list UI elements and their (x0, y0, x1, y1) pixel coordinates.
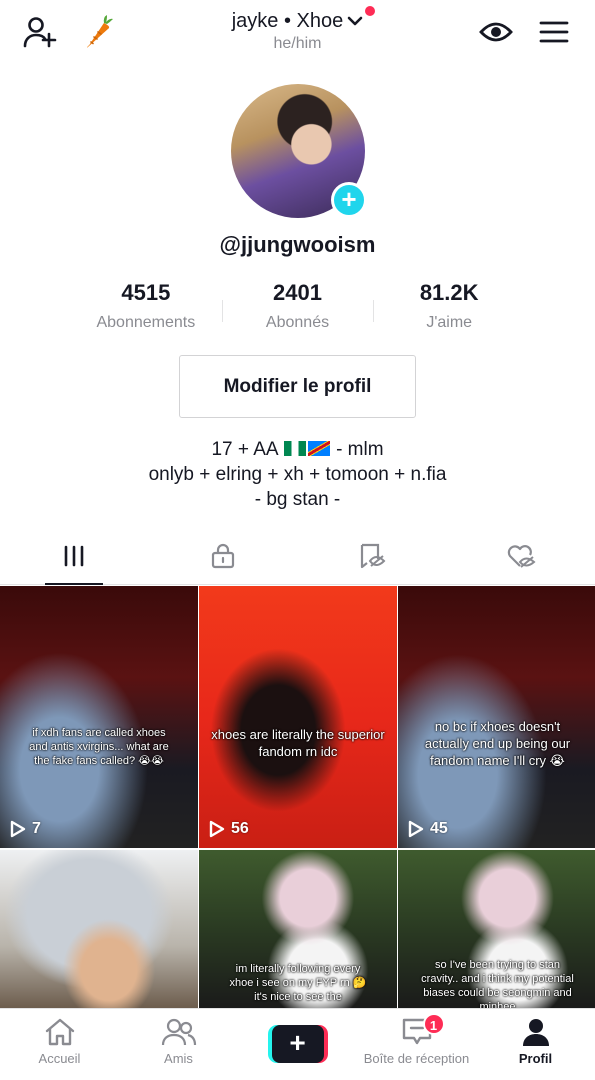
add-avatar-icon[interactable]: + (331, 182, 367, 218)
nigeria-flag-icon (283, 441, 306, 456)
plus-icon: + (271, 1025, 324, 1063)
video-caption: xhoes are literally the superior fandom … (211, 727, 385, 759)
profile-stats: 4515 Abonnements 2401 Abonnés 81.2K J'ai… (70, 280, 525, 332)
tab-private[interactable] (149, 533, 298, 584)
tab-reposts[interactable] (298, 533, 447, 584)
stat-followers[interactable]: 2401 Abonnés (221, 280, 374, 332)
lock-icon (211, 543, 235, 574)
profile-tabs (0, 533, 595, 585)
play-icon (10, 820, 26, 838)
stat-label: Abonnements (96, 314, 196, 331)
bio-line-1: 17 + AA - mlm (0, 437, 595, 462)
create-button[interactable]: + (267, 1025, 328, 1063)
bio-text: - mlm (336, 439, 384, 460)
view-count: 45 (430, 820, 448, 837)
bio-text: 17 + AA (211, 439, 278, 460)
liked-hidden-icon (506, 543, 536, 574)
video-tile[interactable]: if xdh fans are called xhoes and antis x… (0, 586, 198, 848)
nav-label: Amis (164, 1051, 193, 1066)
nav-home[interactable]: Accueil (0, 1009, 119, 1080)
nav-label: Boîte de réception (363, 1051, 470, 1066)
nav-create[interactable]: + (238, 1009, 357, 1080)
view-count: 7 (32, 820, 41, 837)
nav-profile[interactable]: Profil (476, 1009, 595, 1080)
video-tile[interactable]: no bc if xhoes doesn't actually end up b… (398, 586, 595, 848)
stat-value: 4515 (121, 280, 171, 305)
stat-label: Abonnés (265, 314, 330, 331)
bio-line-2: onlyb + elring + xh + tomoon + n.fia (148, 464, 447, 485)
video-tile[interactable]: so I've been trying to stan cravity.. an… (398, 850, 595, 1010)
play-icon (408, 820, 424, 838)
eye-icon[interactable] (478, 14, 514, 50)
videos-grid-icon (62, 545, 86, 572)
username: @jjungwooism (219, 232, 376, 257)
profile-icon (522, 1019, 549, 1046)
videos-grid: if xdh fans are called xhoes and antis x… (0, 586, 595, 1010)
video-views: 7 (10, 820, 41, 838)
stat-likes[interactable]: 81.2K J'aime (373, 280, 525, 332)
stat-label: J'aime (426, 314, 473, 331)
friends-icon (161, 1018, 196, 1046)
tab-videos[interactable] (0, 533, 149, 585)
nav-label: Profil (518, 1051, 553, 1066)
stat-value: 81.2K (419, 280, 479, 305)
menu-icon[interactable] (536, 14, 572, 50)
video-tile[interactable] (0, 850, 198, 1010)
nav-inbox[interactable]: 1 Boîte de réception (357, 1009, 476, 1080)
nav-label: Accueil (38, 1051, 81, 1066)
inbox-badge: 1 (422, 1013, 445, 1035)
stat-following[interactable]: 4515 Abonnements (70, 280, 222, 332)
bio-line-3: - bg stan - (254, 489, 341, 510)
home-icon (45, 1018, 74, 1046)
video-caption: im literally following every xhoe i see … (229, 963, 367, 1003)
view-count: 56 (231, 820, 249, 837)
video-views: 56 (209, 820, 249, 838)
video-caption: if xdh fans are called xhoes and antis x… (29, 727, 169, 767)
stat-value: 2401 (273, 280, 322, 305)
video-caption: no bc if xhoes doesn't actually end up b… (424, 719, 571, 768)
notification-dot (365, 6, 376, 16)
edit-profile-button[interactable]: Modifier le profil (179, 355, 416, 418)
video-caption: so I've been trying to stan cravity.. an… (421, 959, 574, 1010)
repost-icon (358, 543, 386, 574)
avatar-container[interactable]: + (231, 84, 367, 218)
video-tile[interactable]: im literally following every xhoe i see … (199, 850, 397, 1010)
bottom-nav: Accueil Amis + 1 Boîte de réception Prof… (0, 1008, 595, 1080)
display-name: jayke • Xhoe (231, 10, 344, 32)
nav-friends[interactable]: Amis (119, 1009, 238, 1080)
bio: 17 + AA - mlm onlyb + elring + xh + tomo… (0, 437, 595, 512)
play-icon (209, 820, 225, 838)
chevron-down-icon[interactable] (347, 10, 363, 33)
tab-liked[interactable] (446, 533, 595, 584)
congo-flag-icon (307, 441, 330, 456)
video-tile[interactable]: xhoes are literally the superior fandom … (199, 586, 397, 848)
top-bar: jayke • Xhoe he/him (0, 0, 595, 62)
video-views: 45 (408, 820, 448, 838)
